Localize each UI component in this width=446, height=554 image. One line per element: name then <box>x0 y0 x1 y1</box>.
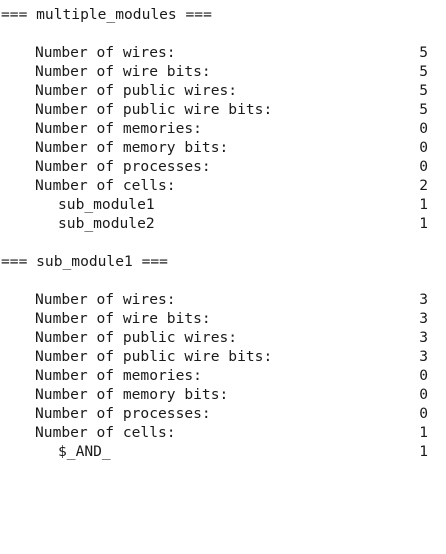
stat-value: 2 <box>419 177 428 194</box>
stat-label: Number of cells: <box>35 424 176 441</box>
stat-value: 0 <box>419 158 428 175</box>
stat-row: Number of wires: 5 <box>0 43 446 62</box>
stat-label: Number of memories: <box>35 367 202 384</box>
module-header: === sub_module1 === <box>1 253 168 270</box>
stat-row: Number of public wire bits: 5 <box>0 100 446 119</box>
terminal-output: === multiple_modules === Number of wires… <box>0 0 446 461</box>
cell-value: 1 <box>419 443 428 460</box>
stat-value: 0 <box>419 139 428 156</box>
stat-value: 3 <box>419 310 428 327</box>
stat-row: Number of cells: 2 <box>0 176 446 195</box>
stat-label: Number of processes: <box>35 405 211 422</box>
stat-value: 5 <box>419 82 428 99</box>
stat-row: Number of memory bits: 0 <box>0 138 446 157</box>
stat-row: Number of cells: 1 <box>0 423 446 442</box>
stat-row: Number of processes: 0 <box>0 157 446 176</box>
stat-label: Number of wires: <box>35 291 176 308</box>
stat-row: Number of wire bits: 3 <box>0 309 446 328</box>
cell-row: $_AND_ 1 <box>0 442 446 461</box>
stat-row: Number of public wires: 5 <box>0 81 446 100</box>
cell-row: sub_module2 1 <box>0 214 446 233</box>
stat-row: Number of public wires: 3 <box>0 328 446 347</box>
stat-value: 0 <box>419 386 428 403</box>
stat-label: Number of wire bits: <box>35 63 211 80</box>
stat-row: Number of wire bits: 5 <box>0 62 446 81</box>
stat-row: Number of processes: 0 <box>0 404 446 423</box>
cell-label: sub_module2 <box>58 215 155 232</box>
stat-label: Number of public wire bits: <box>35 348 273 365</box>
cell-value: 1 <box>419 215 428 232</box>
stat-label: Number of public wires: <box>35 329 238 346</box>
stat-row: Number of memories: 0 <box>0 366 446 385</box>
stat-label: Number of processes: <box>35 158 211 175</box>
stat-label: Number of wire bits: <box>35 310 211 327</box>
stat-value: 1 <box>419 424 428 441</box>
stat-row: Number of wires: 3 <box>0 290 446 309</box>
stat-value: 0 <box>419 405 428 422</box>
stat-value: 3 <box>419 291 428 308</box>
stat-value: 5 <box>419 44 428 61</box>
stat-value: 5 <box>419 101 428 118</box>
cell-label: $_AND_ <box>58 443 111 460</box>
stat-value: 0 <box>419 367 428 384</box>
stat-label: Number of cells: <box>35 177 176 194</box>
stat-value: 3 <box>419 348 428 365</box>
stat-row: Number of public wire bits: 3 <box>0 347 446 366</box>
stat-value: 0 <box>419 120 428 137</box>
stat-label: Number of wires: <box>35 44 176 61</box>
stat-label: Number of public wire bits: <box>35 101 273 118</box>
cell-label: sub_module1 <box>58 196 155 213</box>
cell-row: sub_module1 1 <box>0 195 446 214</box>
module-header: === multiple_modules === <box>1 6 212 23</box>
stat-row: Number of memory bits: 0 <box>0 385 446 404</box>
stat-label: Number of memory bits: <box>35 139 229 156</box>
stat-value: 3 <box>419 329 428 346</box>
stat-row: Number of memories: 0 <box>0 119 446 138</box>
stat-value: 5 <box>419 63 428 80</box>
cell-value: 1 <box>419 196 428 213</box>
stat-label: Number of public wires: <box>35 82 238 99</box>
stat-label: Number of memories: <box>35 120 202 137</box>
stat-label: Number of memory bits: <box>35 386 229 403</box>
